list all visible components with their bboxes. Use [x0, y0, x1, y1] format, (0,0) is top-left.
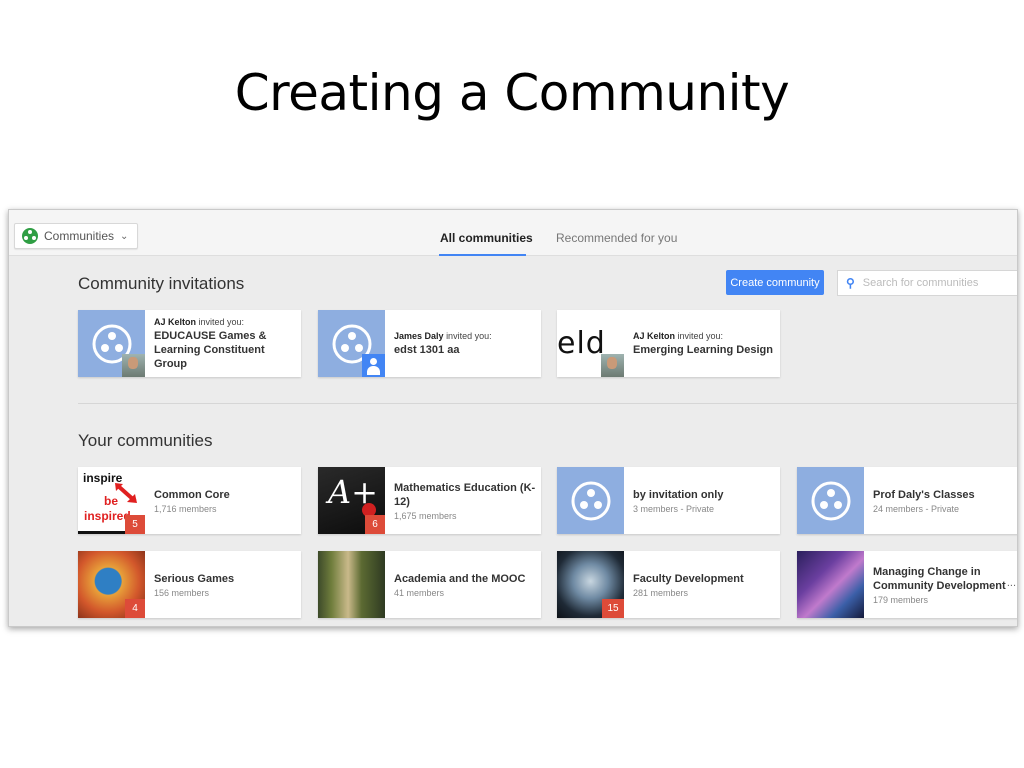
arrows-icon: [115, 483, 137, 503]
inviter-name: AJ Kelton: [633, 330, 676, 341]
community-placeholder-thumb: [557, 467, 624, 534]
your-communities-heading: Your communities: [78, 431, 213, 450]
community-name: Prof Daly's Classes: [873, 488, 975, 501]
slide: Creating a Community Communities ⌄ All c…: [0, 0, 1024, 768]
community-name: Managing Change in Community Development: [873, 565, 1006, 592]
community-members: 41 members: [394, 587, 445, 598]
community-thumb: [318, 551, 385, 618]
community-card[interactable]: Prof Daly's Classes 24 members - Private: [797, 467, 1017, 534]
active-tab-indicator: [439, 254, 526, 256]
more-options[interactable]: ...: [1007, 577, 1016, 589]
new-posts-badge: 4: [125, 599, 145, 618]
inviter-name: James Daly: [394, 330, 444, 341]
communities-screenshot: Communities ⌄ All communities Recommende…: [8, 209, 1018, 627]
search-icon: ⚲: [846, 276, 855, 290]
community-members: 24 members - Private: [873, 503, 960, 514]
inviter-avatar: [362, 354, 385, 377]
community-card[interactable]: Academia and the MOOC 41 members: [318, 551, 541, 618]
community-icon: [811, 481, 850, 520]
invitation-card[interactable]: AJ Kelton invited you: EDUCAUSE Games & …: [78, 310, 301, 377]
invite-text: invited you:: [677, 330, 724, 341]
community-thumb: [797, 551, 864, 618]
community-members: 1,675 members: [394, 510, 457, 521]
community-thumb: A+ 6: [318, 467, 385, 534]
community-name: Emerging Learning Design: [633, 343, 773, 356]
top-bar: Communities ⌄ All communities Recommende…: [9, 210, 1017, 256]
create-community-button[interactable]: Create community: [726, 270, 824, 295]
inviter-avatar: [601, 354, 624, 377]
section-divider: [78, 403, 1017, 404]
community-placeholder-thumb: [318, 310, 385, 377]
community-name: Serious Games: [154, 572, 235, 585]
invitations-heading: Community invitations: [78, 274, 245, 293]
community-members: 1,716 members: [154, 503, 217, 514]
invite-text: invited you:: [198, 316, 245, 327]
community-card[interactable]: inspire be inspired 5 Common Core 1,716 …: [78, 467, 301, 534]
community-placeholder-thumb: [797, 467, 864, 534]
inviter-avatar: [122, 354, 145, 377]
invitation-card[interactable]: James Daly invited you: edst 1301 aa: [318, 310, 541, 377]
community-name: Faculty Development: [633, 572, 744, 585]
community-name: edst 1301 aa: [394, 343, 460, 356]
slide-title: Creating a Community: [234, 64, 790, 122]
community-members: 156 members: [154, 587, 210, 598]
community-card[interactable]: by invitation only 3 members - Private: [557, 467, 780, 534]
community-name: Common Core: [154, 488, 230, 501]
community-card[interactable]: Managing Change in Community Development…: [797, 551, 1017, 618]
new-posts-badge: 5: [125, 515, 145, 534]
tab-all-communities[interactable]: All communities: [440, 231, 533, 245]
community-thumb: inspire be inspired 5: [78, 467, 145, 534]
community-card[interactable]: A+ 6 Mathematics Education (K-12) 1,675 …: [318, 467, 541, 534]
community-name: by invitation only: [633, 488, 724, 501]
community-members: 3 members - Private: [633, 503, 715, 514]
community-name: Mathematics Education (K-12): [394, 481, 536, 508]
community-thumb: 15: [557, 551, 624, 618]
invite-text: invited you:: [446, 330, 492, 341]
community-icon: [571, 481, 610, 520]
search-input[interactable]: ⚲ Search for communities: [837, 270, 1017, 296]
community-placeholder-thumb: [78, 310, 145, 377]
community-logo-thumb: eld: [557, 310, 624, 377]
communities-dropdown-label: Communities: [44, 229, 115, 243]
community-thumb: 4: [78, 551, 145, 618]
communities-dropdown[interactable]: Communities ⌄: [14, 223, 138, 249]
thumb-word: inspired: [84, 509, 131, 523]
invitation-card[interactable]: eld AJ Kelton invited you: Emerging Lear…: [557, 310, 780, 377]
search-placeholder: Search for communities: [862, 277, 979, 289]
inviter-name: AJ Kelton: [154, 316, 197, 327]
new-posts-badge: 15: [602, 599, 624, 618]
community-name: Academia and the MOOC: [394, 572, 526, 585]
community-card[interactable]: 15 Faculty Development 281 members: [557, 551, 780, 618]
chevron-down-icon: ⌄: [120, 230, 129, 242]
community-card[interactable]: 4 Serious Games 156 members: [78, 551, 301, 618]
community-members: 179 members: [873, 594, 929, 605]
communities-icon: [22, 228, 38, 244]
new-posts-badge: 6: [365, 515, 385, 534]
community-name: EDUCAUSE Games & Learning Constituent Gr…: [154, 329, 267, 370]
community-members: 281 members: [633, 587, 689, 598]
tab-recommended[interactable]: Recommended for you: [556, 231, 677, 245]
